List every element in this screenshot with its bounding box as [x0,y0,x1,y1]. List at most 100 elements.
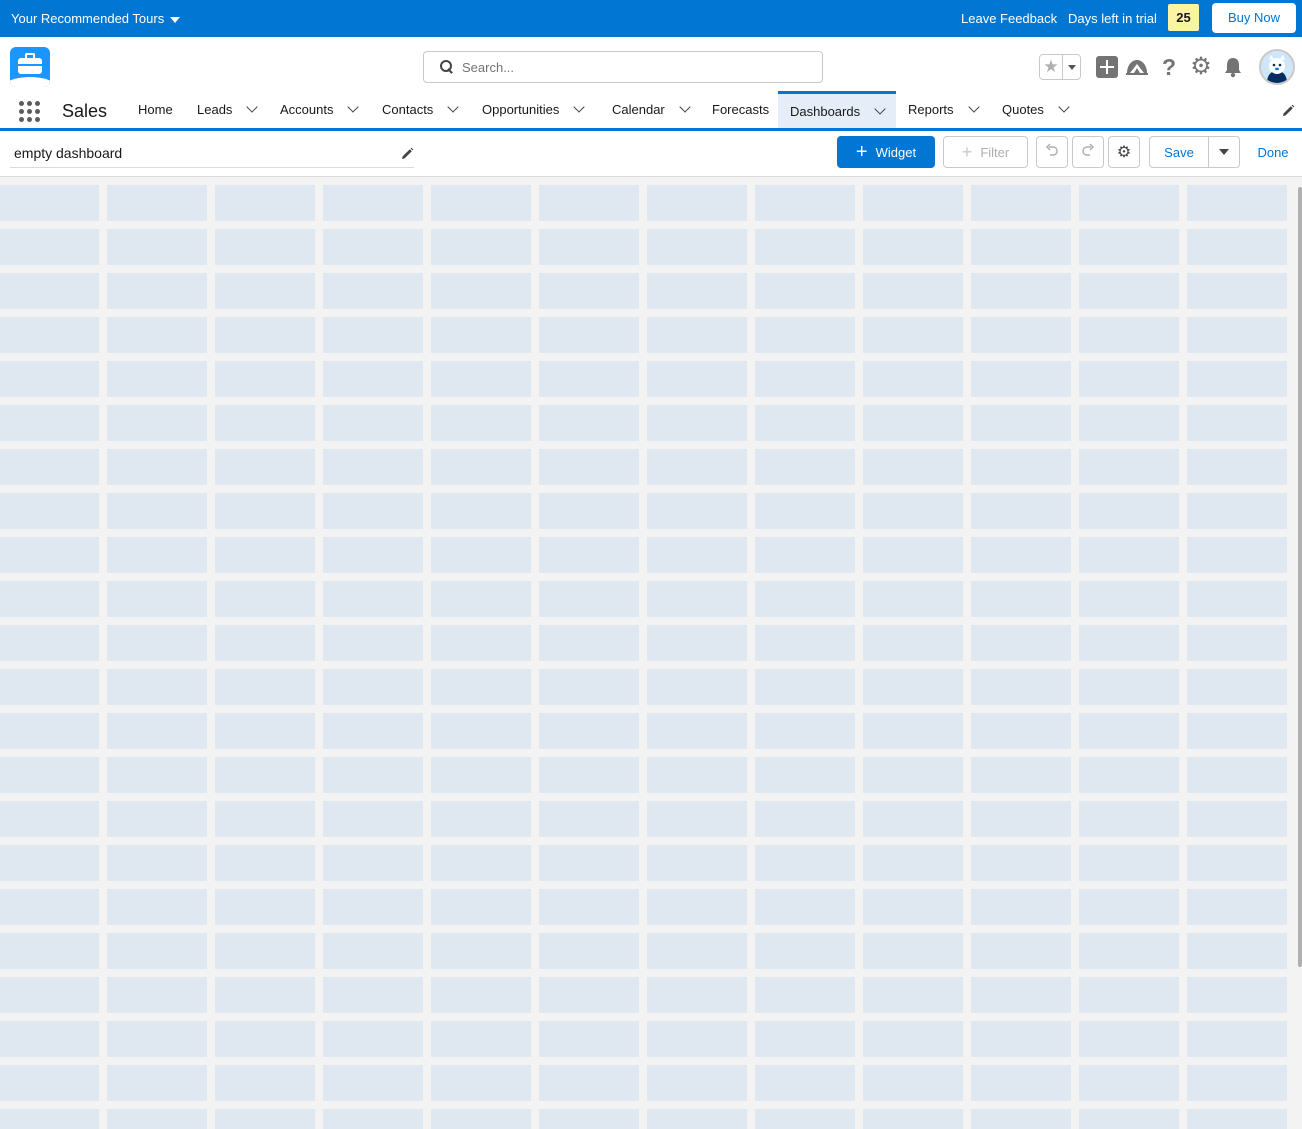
grid-cell [323,1065,423,1101]
grid-cell [1187,669,1287,705]
app-launcher-icon[interactable] [19,101,40,122]
chevron-down-icon[interactable] [1058,101,1070,113]
add-filter-button[interactable]: + Filter [943,136,1028,168]
nav-item-contacts[interactable]: Contacts [370,91,470,128]
grid-cell [0,977,99,1013]
grid-cell [431,537,531,573]
nav-item-leads[interactable]: Leads [185,91,267,128]
grid-cell [215,933,315,969]
chevron-down-icon[interactable] [874,102,886,115]
dashboard-canvas[interactable] [0,177,1302,1129]
grid-cell [323,933,423,969]
grid-cell [539,801,639,837]
grid-cell [539,449,639,485]
done-button[interactable]: Done [1248,136,1298,168]
save-options-dropdown[interactable] [1208,136,1240,168]
grid-cell [431,273,531,309]
grid-cell [539,273,639,309]
nav-item-home[interactable]: Home [126,91,186,128]
dashboard-title-field[interactable]: empty dashboard [10,141,414,168]
search-icon [440,60,454,74]
grid-cell [1187,185,1287,221]
edit-title-pencil-icon[interactable] [400,147,414,161]
star-icon[interactable]: ★ [1040,55,1062,79]
nav-item-forecasts[interactable]: Forecasts [700,91,778,128]
grid-cell [215,801,315,837]
grid-cell [971,449,1071,485]
grid-cell [323,889,423,925]
grid-cell [0,713,99,749]
edit-nav-pencil-icon[interactable] [1281,104,1295,118]
global-search[interactable] [423,51,823,83]
chevron-down-icon[interactable] [246,101,259,113]
grid-cell [971,493,1071,529]
nav-item-reports[interactable]: Reports [896,91,988,128]
recommended-tours-menu[interactable]: Your Recommended Tours [11,11,181,26]
grid-cell [539,581,639,617]
global-actions-plus-icon[interactable] [1096,56,1118,78]
chevron-down-icon[interactable] [347,101,360,113]
grid-cell [107,273,207,309]
grid-cell [1079,1021,1179,1057]
dashboard-settings-button[interactable]: ⚙ [1108,136,1140,168]
grid-cell [971,361,1071,397]
grid-cell [1079,669,1179,705]
nav-item-quotes[interactable]: Quotes [990,91,1080,128]
grid-cell [647,1021,747,1057]
days-left-label: Days left in trial [1068,11,1157,26]
grid-cell [0,537,99,573]
grid-cell [431,449,531,485]
nav-item-label: Dashboards [790,103,861,119]
grid-cell [431,1021,531,1057]
buy-now-button[interactable]: Buy Now [1212,3,1296,33]
favorites-list-dropdown[interactable] [1062,55,1080,79]
setup-gear-icon[interactable]: ⚙ [1190,55,1212,79]
grid-cell [431,185,531,221]
grid-cell [1187,889,1287,925]
nav-item-calendar[interactable]: Calendar [600,91,700,128]
trial-banner: Your Recommended Tours Leave Feedback Da… [0,0,1302,37]
grid-cell [647,581,747,617]
chevron-down-icon[interactable] [447,101,459,113]
grid-cell [971,581,1071,617]
leave-feedback-link[interactable]: Leave Feedback [961,11,1057,26]
add-widget-button[interactable]: + Widget [837,136,935,168]
nav-item-accounts[interactable]: Accounts [268,91,368,128]
chevron-down-icon[interactable] [967,101,980,113]
chevron-down-icon[interactable] [573,101,585,113]
app-name: Sales [62,101,108,121]
canvas-scrollbar[interactable] [1298,187,1302,967]
grid-cell [1079,625,1179,661]
grid-cell [755,1109,855,1129]
grid-cell [323,581,423,617]
add-filter-label: Filter [980,144,1010,160]
grid-cell [539,493,639,529]
trailhead-icon[interactable] [1125,56,1148,78]
grid-cell [539,1065,639,1101]
grid-cell [1187,229,1287,265]
help-icon[interactable]: ? [1158,56,1180,79]
grid-cell [431,713,531,749]
nav-item-dashboards[interactable]: Dashboards [778,91,896,128]
grid-cell [215,273,315,309]
grid-cell [647,317,747,353]
recommended-tours-label: Your Recommended Tours [11,11,165,26]
notifications-bell-icon[interactable] [1222,56,1244,78]
grid-cell [107,889,207,925]
grid-cell [0,1065,99,1101]
grid-cell [431,801,531,837]
favorites-control[interactable]: ★ [1039,54,1081,80]
grid-cell [647,229,747,265]
chevron-down-icon[interactable] [679,101,691,113]
dashboard-grid [0,185,1289,1129]
grid-cell [1079,977,1179,1013]
nav-item-opportunities[interactable]: Opportunities [470,91,600,128]
grid-cell [431,405,531,441]
undo-button[interactable] [1036,136,1068,168]
undo-icon [1045,142,1059,162]
user-avatar[interactable] [1259,49,1295,85]
grid-cell [971,1065,1071,1101]
redo-button[interactable] [1072,136,1104,168]
save-button[interactable]: Save [1149,136,1209,168]
search-input[interactable] [462,59,792,75]
